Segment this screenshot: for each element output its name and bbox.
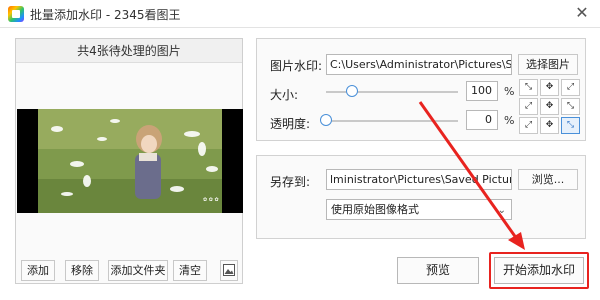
remove-button[interactable]: 移除 bbox=[65, 260, 99, 281]
position-bottom-right-icon[interactable]: ⤡ bbox=[561, 117, 580, 134]
window-title: 批量添加水印 - 2345看图王 bbox=[30, 8, 181, 22]
watermark-image-path-input[interactable]: C:\Users\Administrator\Pictures\Saved bbox=[326, 54, 512, 75]
size-label: 大小: bbox=[270, 88, 299, 102]
position-middle-left-icon[interactable]: ⤢ bbox=[519, 98, 538, 115]
position-top-left-icon[interactable]: ⤡ bbox=[519, 79, 538, 96]
opacity-value-input[interactable]: 0 bbox=[466, 110, 498, 130]
save-settings-panel bbox=[256, 155, 586, 239]
image-view-icon[interactable] bbox=[220, 260, 238, 281]
size-value-input[interactable]: 100 bbox=[466, 81, 498, 101]
position-middle-right-icon[interactable]: ⤡ bbox=[561, 98, 580, 115]
save-path-input[interactable]: lministrator\Pictures\Saved Pictures\ bbox=[326, 169, 512, 190]
close-icon[interactable]: ✕ bbox=[572, 3, 592, 23]
title-bar: 批量添加水印 - 2345看图王 ✕ bbox=[0, 0, 600, 28]
image-format-value: 使用原始图像格式 bbox=[331, 203, 419, 216]
image-format-select[interactable]: 使用原始图像格式 ⌄ bbox=[326, 199, 512, 220]
clear-button[interactable]: 清空 bbox=[173, 260, 207, 281]
position-bottom-left-icon[interactable]: ⤢ bbox=[519, 117, 538, 134]
watermark-position-grid: ⤡ ✥ ⤢ ⤢ ✥ ⤡ ⤢ ✥ ⤡ bbox=[519, 79, 580, 135]
size-percent-label: % bbox=[504, 85, 515, 98]
highlight-box bbox=[489, 252, 589, 289]
position-center-icon[interactable]: ✥ bbox=[540, 98, 559, 115]
chevron-down-icon: ⌄ bbox=[497, 205, 506, 216]
position-bottom-center-icon[interactable]: ✥ bbox=[540, 117, 559, 134]
position-top-center-icon[interactable]: ✥ bbox=[540, 79, 559, 96]
image-list-panel: 共4张待处理的图片 ✿ ✿ ✿ 添加 移除 添加文件夹 清空 bbox=[15, 38, 243, 284]
opacity-label: 透明度: bbox=[270, 117, 311, 131]
image-preview-thumbnail[interactable]: ✿ ✿ ✿ bbox=[17, 109, 243, 213]
save-to-label: 另存到: bbox=[270, 175, 311, 189]
opacity-percent-label: % bbox=[504, 114, 515, 127]
image-count-label: 共4张待处理的图片 bbox=[16, 39, 242, 63]
preview-button[interactable]: 预览 bbox=[397, 257, 479, 284]
app-logo-icon bbox=[8, 6, 24, 22]
add-folder-button[interactable]: 添加文件夹 bbox=[108, 260, 168, 281]
opacity-slider-track[interactable] bbox=[326, 120, 458, 122]
image-watermark-label: 图片水印: bbox=[270, 59, 323, 73]
add-button[interactable]: 添加 bbox=[21, 260, 55, 281]
browse-button[interactable]: 浏览... bbox=[518, 169, 578, 190]
opacity-slider-handle[interactable] bbox=[320, 114, 332, 126]
position-top-right-icon[interactable]: ⤢ bbox=[561, 79, 580, 96]
svg-text:✿ ✿ ✿: ✿ ✿ ✿ bbox=[203, 197, 219, 203]
choose-image-button[interactable]: 选择图片 bbox=[518, 54, 578, 75]
anime-scene-image: ✿ ✿ ✿ bbox=[17, 109, 243, 213]
